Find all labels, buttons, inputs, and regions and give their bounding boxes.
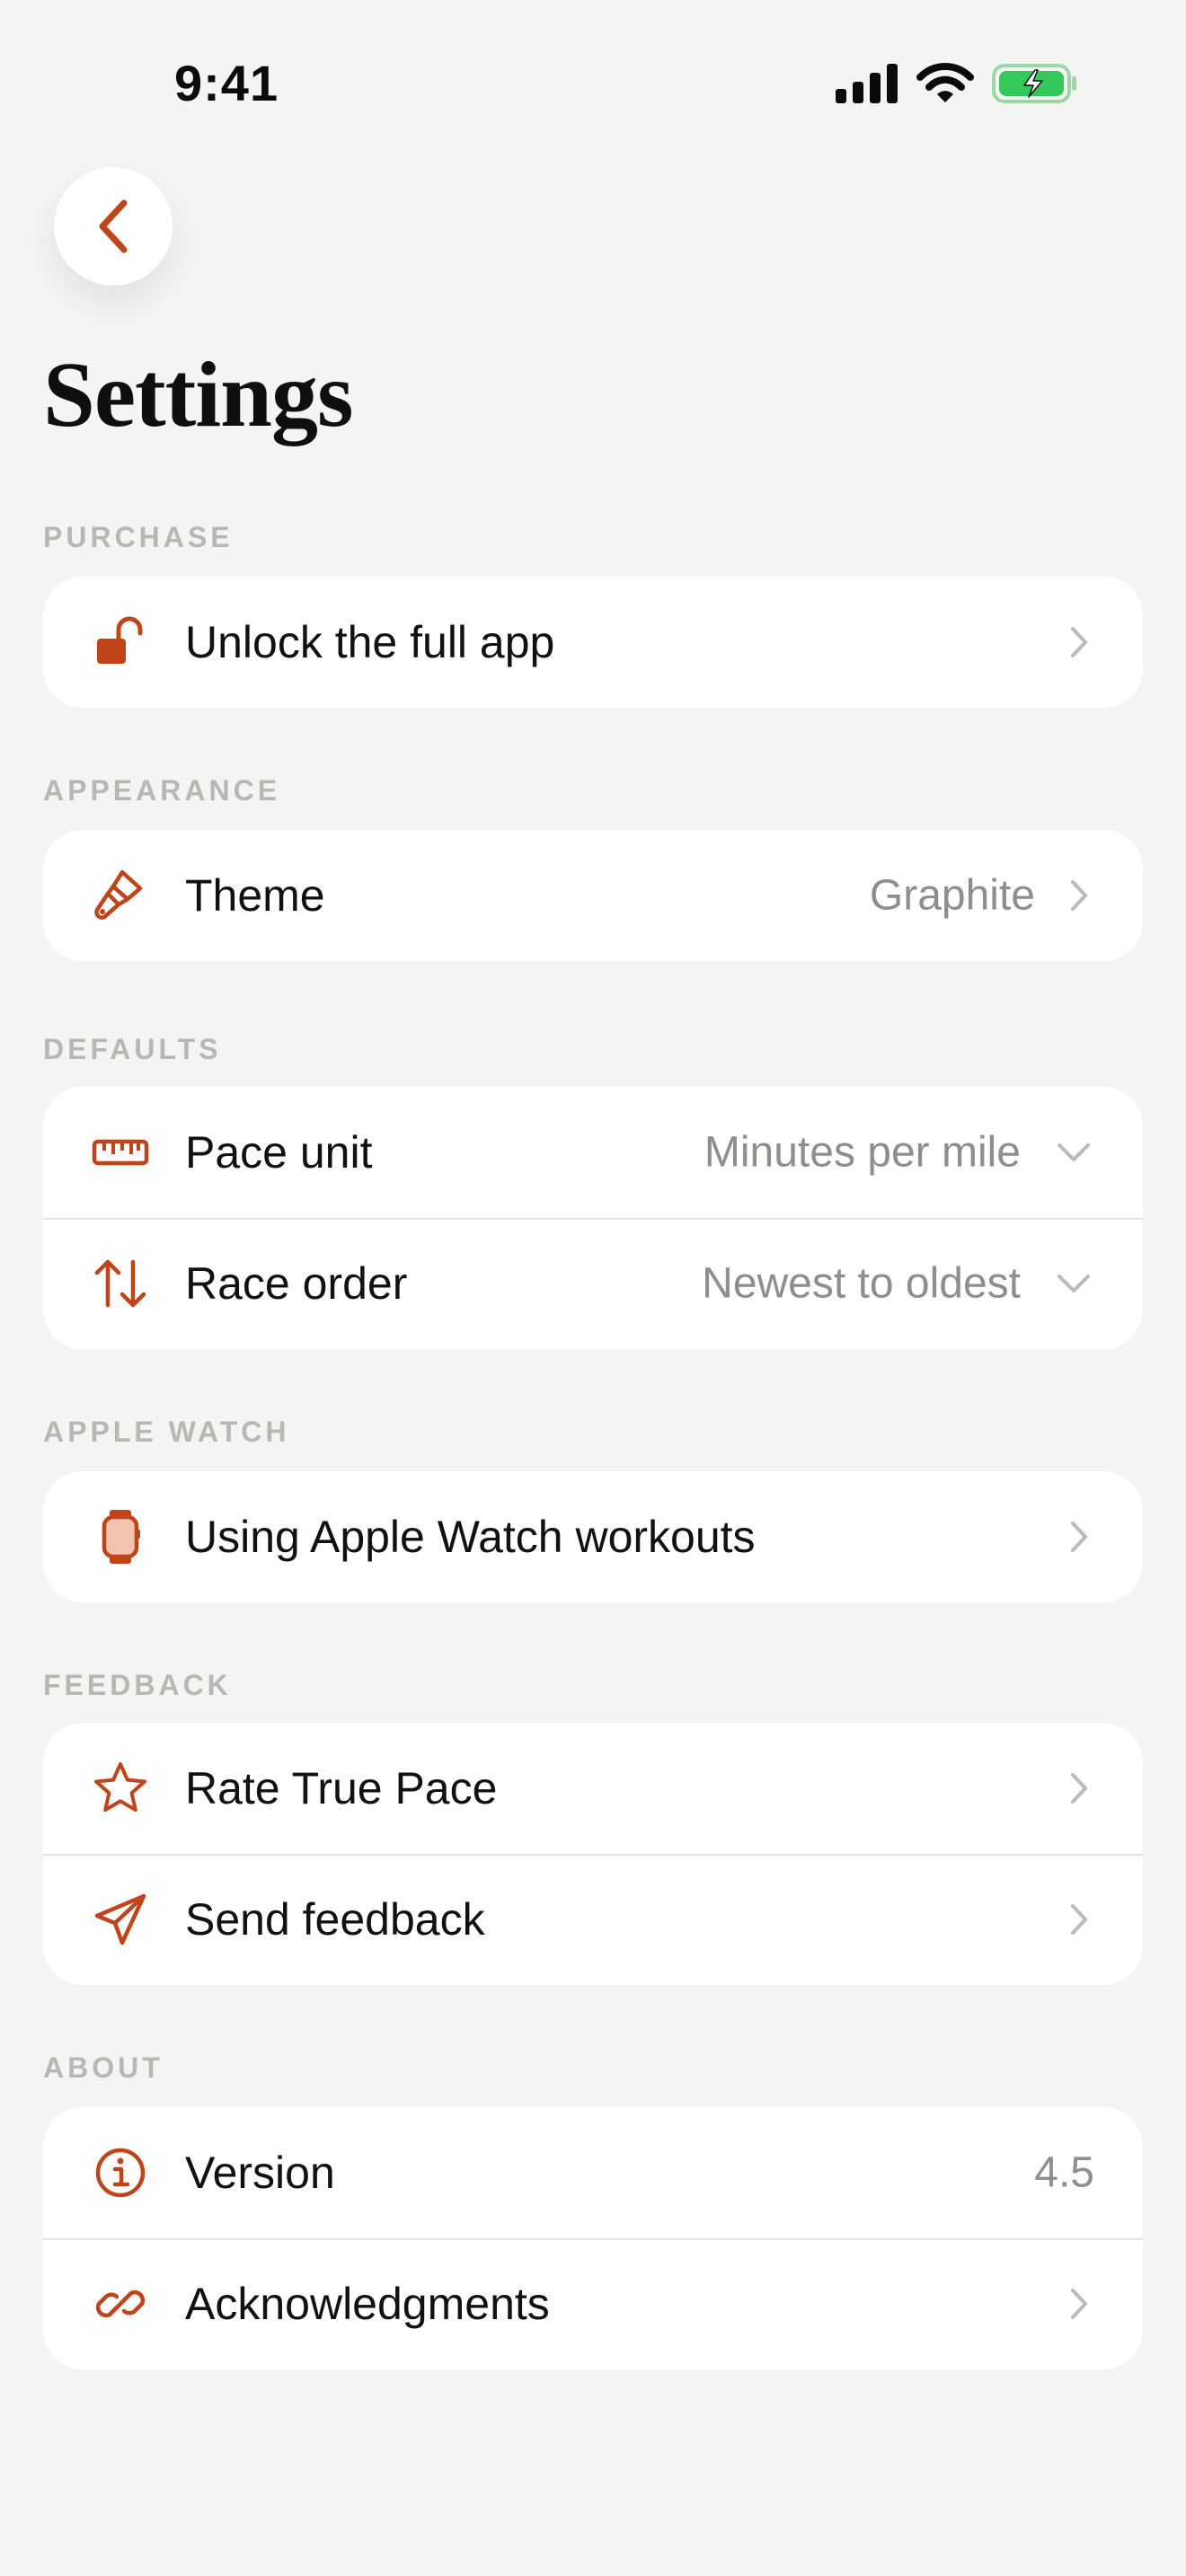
apple-watch-card: Using Apple Watch workouts xyxy=(43,1471,1143,1602)
chevron-left-icon xyxy=(93,198,133,255)
star-icon xyxy=(92,1760,149,1817)
section-header-purchase: PURCHASE xyxy=(43,521,234,553)
chevron-right-icon xyxy=(1064,1518,1094,1556)
row-version: Version 4.5 xyxy=(43,2107,1143,2238)
pace-unit-value: Minutes per mile xyxy=(704,1128,1021,1177)
ruler-icon xyxy=(92,1124,149,1181)
row-pace-unit[interactable]: Pace unit Minutes per mile xyxy=(43,1087,1143,1218)
row-unlock-full-app[interactable]: Unlock the full app xyxy=(43,577,1143,708)
chevron-right-icon xyxy=(1064,623,1094,661)
row-apple-watch-workouts[interactable]: Using Apple Watch workouts xyxy=(43,1471,1143,1602)
race-order-value: Newest to oldest xyxy=(702,1259,1021,1308)
chevron-down-icon xyxy=(1053,1268,1094,1299)
chevron-right-icon xyxy=(1064,1769,1094,1807)
send-feedback-label: Send feedback xyxy=(185,1894,485,1945)
chevron-right-icon xyxy=(1064,877,1094,914)
row-theme[interactable]: Theme Graphite xyxy=(43,830,1143,961)
defaults-card: Pace unit Minutes per mile Race order Ne… xyxy=(43,1087,1143,1349)
purchase-card: Unlock the full app xyxy=(43,577,1143,708)
status-icons xyxy=(836,63,1078,104)
pace-unit-label: Pace unit xyxy=(185,1127,373,1178)
watch-icon xyxy=(92,1508,149,1566)
link-icon xyxy=(92,2275,149,2333)
rate-label: Rate True Pace xyxy=(185,1763,498,1813)
row-acknowledgments[interactable]: Acknowledgments xyxy=(43,2238,1143,2369)
section-header-apple-watch: APPLE WATCH xyxy=(43,1416,290,1448)
wifi-icon xyxy=(916,63,974,104)
section-header-appearance: APPEARANCE xyxy=(43,774,281,807)
paintbrush-icon xyxy=(92,867,149,924)
unlock-icon xyxy=(92,613,149,671)
about-card: Version 4.5 Acknowledgments xyxy=(43,2107,1143,2369)
section-header-defaults: DEFAULTS xyxy=(43,1033,222,1065)
theme-label: Theme xyxy=(185,870,325,921)
sort-arrows-icon xyxy=(92,1255,149,1312)
version-label: Version xyxy=(185,2148,335,2198)
row-rate-true-pace[interactable]: Rate True Pace xyxy=(43,1723,1143,1854)
version-value: 4.5 xyxy=(1034,2148,1094,2197)
theme-value: Graphite xyxy=(869,871,1035,920)
apple-watch-label: Using Apple Watch workouts xyxy=(185,1512,756,1562)
feedback-card: Rate True Pace Send feedback xyxy=(43,1723,1143,1985)
info-icon xyxy=(92,2144,149,2201)
status-time: 9:41 xyxy=(174,55,279,111)
appearance-card: Theme Graphite xyxy=(43,830,1143,961)
chevron-right-icon xyxy=(1064,2285,1094,2323)
unlock-label: Unlock the full app xyxy=(185,617,555,667)
paper-plane-icon xyxy=(92,1891,149,1948)
status-bar: 9:41 xyxy=(0,0,1186,171)
signal-icon xyxy=(836,64,898,103)
battery-charging-icon xyxy=(992,63,1078,104)
chevron-right-icon xyxy=(1064,1901,1094,1938)
chevron-down-icon xyxy=(1053,1137,1094,1168)
page-title: Settings xyxy=(43,343,353,446)
section-header-feedback: FEEDBACK xyxy=(43,1669,232,1701)
row-race-order[interactable]: Race order Newest to oldest xyxy=(43,1218,1143,1349)
section-header-about: ABOUT xyxy=(43,2051,164,2084)
race-order-label: Race order xyxy=(185,1258,408,1309)
acknowledgments-label: Acknowledgments xyxy=(185,2279,550,2329)
back-button[interactable] xyxy=(54,167,173,286)
row-send-feedback[interactable]: Send feedback xyxy=(43,1854,1143,1985)
